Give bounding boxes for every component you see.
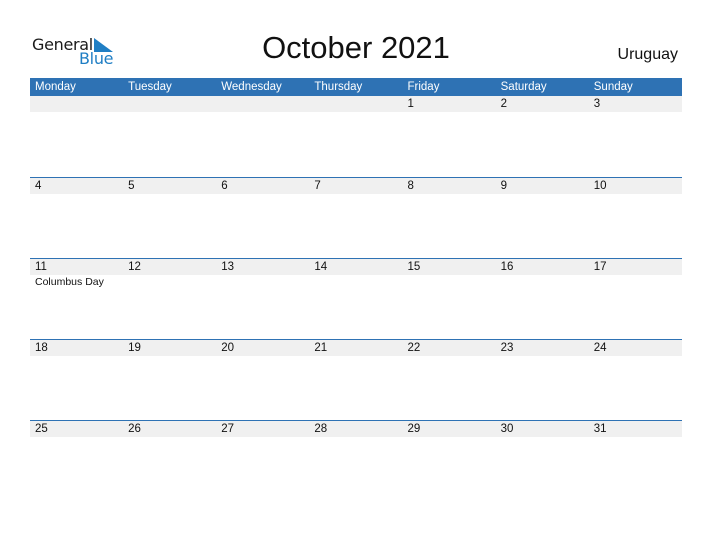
day-number: 14 [314, 261, 328, 273]
day-number: 17 [593, 261, 607, 273]
day-number: 27 [221, 423, 235, 435]
day-number: 29 [407, 423, 421, 435]
weekday-thursday: Thursday [314, 81, 363, 93]
day-number: 22 [407, 342, 421, 354]
day-number: 3 [593, 98, 601, 110]
day-number: 24 [593, 342, 607, 354]
date-band: 11 12 13 14 15 16 17 [30, 259, 682, 275]
weekday-tuesday: Tuesday [128, 81, 172, 93]
date-band: 18 19 20 21 22 23 24 [30, 340, 682, 356]
weekday-header: Monday Tuesday Wednesday Thursday Friday… [30, 78, 682, 96]
day-number: 6 [221, 180, 228, 192]
day-number [30, 96, 123, 112]
day-number: 11 [35, 261, 47, 273]
week-row: 4 5 6 7 8 9 10 [30, 177, 682, 194]
day-number: 18 [35, 342, 48, 354]
day-number: 12 [128, 261, 141, 273]
calendar-title: October 2021 [262, 30, 450, 65]
day-number: 30 [500, 423, 514, 435]
day-number: 8 [407, 180, 414, 192]
day-number: 25 [35, 423, 48, 435]
holiday-event [403, 275, 496, 289]
day-number: 19 [128, 342, 141, 354]
day-number: 15 [407, 261, 421, 273]
day-number: 20 [221, 342, 235, 354]
day-number: 7 [314, 180, 321, 192]
day-number: 13 [221, 261, 235, 273]
holiday-event [589, 275, 682, 289]
day-number: 31 [593, 423, 607, 435]
day-number: 26 [128, 423, 141, 435]
day-number [309, 96, 402, 112]
date-band: 25 26 27 28 29 30 31 [30, 421, 682, 437]
holiday-event: Columbus Day [35, 276, 104, 288]
day-number: 9 [500, 180, 508, 192]
holiday-event [496, 275, 589, 289]
weekday-wednesday: Wednesday [221, 81, 282, 93]
day-number: 4 [35, 180, 42, 192]
holiday-event [123, 275, 216, 289]
holiday-event [309, 275, 402, 289]
country-label: Uruguay [617, 46, 678, 63]
day-number: 1 [407, 98, 414, 110]
holiday-event [216, 275, 309, 289]
week-row: 11 12 13 14 15 16 17 Columbus Day [30, 258, 682, 289]
weekday-friday: Friday [407, 81, 440, 93]
week-row: 1 2 3 [30, 96, 682, 112]
day-number: 23 [500, 342, 514, 354]
day-number [123, 96, 216, 112]
weekday-saturday: Saturday [500, 81, 547, 93]
date-band: 1 2 3 [30, 96, 682, 112]
weekday-sunday: Sunday [593, 81, 633, 93]
day-number: 5 [128, 180, 135, 192]
day-number: 21 [314, 342, 328, 354]
day-number: 2 [500, 98, 508, 110]
day-number: 10 [593, 180, 607, 192]
weekday-monday: Monday [35, 81, 76, 93]
week-row: 18 19 20 21 22 23 24 [30, 339, 682, 356]
events-row: Columbus Day [30, 275, 682, 289]
date-band: 4 5 6 7 8 9 10 [30, 178, 682, 194]
day-number: 16 [500, 261, 514, 273]
week-row: 25 26 27 28 29 30 31 [30, 420, 682, 437]
day-number [216, 96, 309, 112]
day-number: 28 [314, 423, 328, 435]
